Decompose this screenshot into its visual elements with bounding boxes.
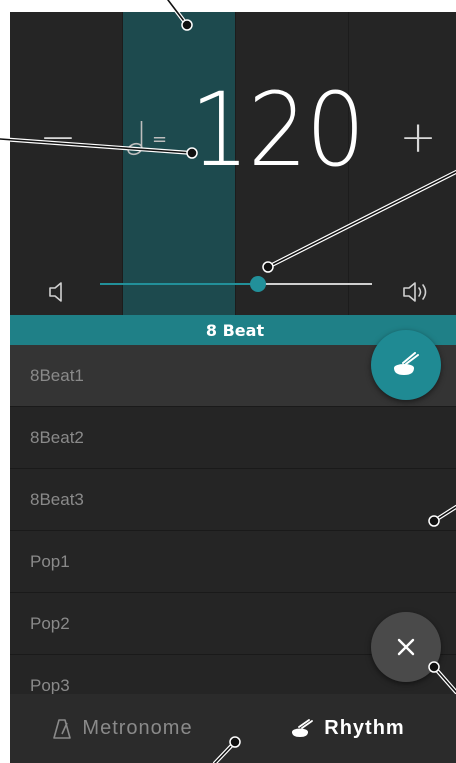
rhythm-app: − = 120 + 8 Beat 8Beat1 8Beat2 8Beat3 Po… (10, 12, 456, 763)
list-item[interactable]: 8Beat2 (10, 407, 456, 469)
volume-slider-fill (100, 283, 258, 285)
rhythm-play-button[interactable] (371, 330, 441, 400)
tab-rhythm-label: Rhythm (324, 717, 405, 739)
volume-slider[interactable] (100, 276, 372, 292)
list-item[interactable]: Pop1 (10, 531, 456, 593)
tempo-equals-sign: = (152, 129, 167, 150)
bottom-navigation: Metronome Rhythm (10, 694, 456, 763)
tempo-value[interactable]: 120 (190, 80, 365, 182)
tempo-increase-button[interactable]: + (388, 107, 448, 167)
tab-rhythm[interactable]: Rhythm (235, 694, 456, 763)
tab-metronome[interactable]: Metronome (10, 694, 235, 763)
list-item[interactable]: 8Beat3 (10, 469, 456, 531)
volume-low-icon (49, 282, 62, 302)
metronome-icon (53, 718, 72, 739)
half-note-icon: = (127, 121, 167, 156)
drum-icon (292, 718, 314, 737)
volume-high-icon (403, 282, 427, 302)
drum-icon (394, 352, 419, 375)
tempo-decrease-button[interactable]: − (28, 107, 88, 167)
close-icon (397, 638, 415, 656)
volume-slider-thumb[interactable] (249, 276, 266, 292)
close-button[interactable] (371, 612, 441, 682)
tab-metronome-label: Metronome (82, 717, 193, 739)
